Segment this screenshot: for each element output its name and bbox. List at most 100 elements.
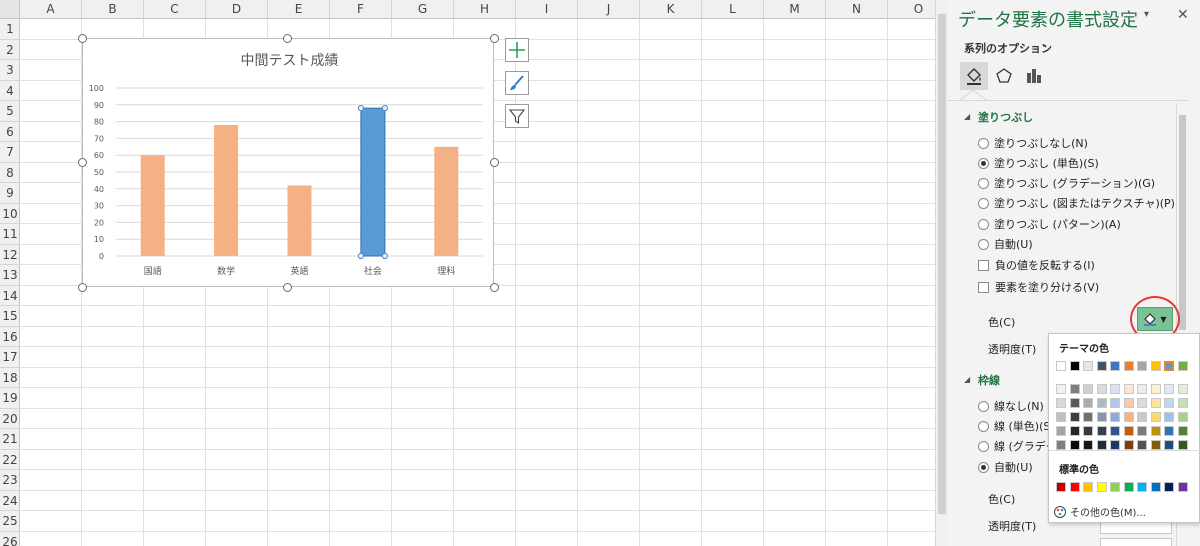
chart-resize-handle[interactable] (78, 158, 87, 167)
collapse-triangle-icon[interactable]: ◢ (964, 112, 970, 121)
tint-color-swatch[interactable] (1110, 412, 1120, 422)
radio-button[interactable] (978, 461, 989, 473)
standard-color-swatch[interactable] (1123, 482, 1134, 492)
chart-resize-handle[interactable] (490, 34, 499, 43)
row-header[interactable]: 17 (0, 347, 20, 368)
tint-color-swatch[interactable] (1083, 426, 1093, 436)
border-option[interactable]: 線なし(N) (978, 398, 1044, 414)
tint-color-swatch[interactable] (1164, 384, 1174, 394)
theme-color-swatch[interactable] (1096, 361, 1107, 371)
pane-options-chevron-icon[interactable]: ▾ (1144, 9, 1149, 20)
chart-resize-handle[interactable] (490, 283, 499, 292)
tint-color-swatch[interactable] (1164, 412, 1174, 422)
tint-color-swatch[interactable] (1056, 384, 1066, 394)
checkbox[interactable] (978, 259, 989, 271)
tint-color-swatch[interactable] (1137, 398, 1147, 408)
theme-color-swatch[interactable] (1083, 361, 1093, 371)
row-header[interactable]: 25 (0, 511, 20, 532)
row-header[interactable]: 21 (0, 429, 20, 450)
radio-button[interactable] (978, 238, 989, 250)
select-all-corner[interactable] (0, 0, 20, 19)
tab-series-options[interactable] (1020, 62, 1048, 90)
row-header[interactable]: 2 (0, 40, 20, 60)
column-header[interactable]: J (578, 0, 640, 19)
radio-button[interactable] (978, 177, 989, 189)
chart-resize-handle[interactable] (283, 34, 292, 43)
fill-option[interactable]: 塗りつぶし (パターン)(A) (978, 216, 1121, 232)
row-header[interactable]: 13 (0, 265, 20, 286)
tint-color-swatch[interactable] (1137, 412, 1147, 422)
theme-color-swatch[interactable] (1069, 361, 1080, 371)
tint-color-swatch[interactable] (1164, 440, 1174, 450)
scrollbar-thumb[interactable] (1179, 115, 1186, 330)
tint-color-swatch[interactable] (1096, 412, 1107, 422)
invert-negative-checkbox[interactable]: 負の値を反転する(I) (978, 257, 1095, 273)
tint-color-swatch[interactable] (1056, 426, 1066, 436)
radio-button[interactable] (978, 157, 989, 169)
bar-selected[interactable] (360, 107, 386, 257)
tint-color-swatch[interactable] (1069, 440, 1080, 450)
tint-color-swatch[interactable] (1083, 412, 1093, 422)
column-header[interactable]: H (454, 0, 516, 19)
row-header[interactable]: 22 (0, 450, 20, 470)
standard-color-swatch[interactable] (1164, 482, 1174, 492)
bar-chart[interactable]: 中間テスト成績 0 10 20 30 40 50 60 70 80 90 100 国語 数学 英語 社会 理科 (83, 39, 495, 288)
width-input[interactable] (1100, 538, 1172, 546)
tint-color-swatch[interactable] (1177, 440, 1188, 450)
tint-color-swatch[interactable] (1056, 412, 1066, 422)
theme-color-swatch[interactable] (1177, 361, 1188, 371)
column-header[interactable]: K (640, 0, 702, 19)
scrollbar-thumb[interactable] (938, 14, 946, 514)
tint-color-swatch[interactable] (1110, 426, 1120, 436)
chevron-down-icon[interactable]: ⌄ (1040, 39, 1048, 50)
row-header[interactable]: 20 (0, 409, 20, 429)
tint-color-swatch[interactable] (1069, 398, 1080, 408)
worksheet[interactable]: ABCDEFGHIJKLMNO 1 2 3 4 5 6 7 8 9 10 11 12 13 14 15 16 1… (0, 0, 935, 546)
column-header[interactable]: I (516, 0, 578, 19)
row-header[interactable]: 8 (0, 163, 20, 183)
column-header[interactable]: O (888, 0, 935, 19)
radio-button[interactable] (978, 197, 989, 209)
row-header[interactable]: 15 (0, 306, 20, 327)
row-header[interactable]: 3 (0, 60, 20, 81)
chart-area[interactable]: 中間テスト成績 0 10 20 30 40 50 60 70 80 90 100 国語 数学 英語 社会 理科 (82, 38, 494, 287)
border-section-header[interactable]: 枠線 (978, 372, 1000, 388)
fill-option[interactable]: 塗りつぶし (単色)(S) (978, 155, 1099, 171)
standard-color-swatch[interactable] (1177, 482, 1188, 492)
bar-selection-handle[interactable] (381, 252, 388, 260)
row-header[interactable]: 7 (0, 142, 20, 163)
column-header[interactable]: N (826, 0, 888, 19)
row-header[interactable]: 11 (0, 224, 20, 245)
checkbox[interactable] (978, 281, 989, 293)
tint-color-swatch[interactable] (1177, 398, 1188, 408)
tint-color-swatch[interactable] (1177, 384, 1188, 394)
tab-effects[interactable] (990, 62, 1018, 90)
tint-color-swatch[interactable] (1150, 384, 1161, 394)
radio-button[interactable] (978, 137, 989, 149)
tint-color-swatch[interactable] (1123, 412, 1134, 422)
tint-color-swatch[interactable] (1083, 398, 1093, 408)
tint-color-swatch[interactable] (1177, 412, 1188, 422)
collapse-triangle-icon[interactable]: ◢ (964, 375, 970, 384)
tint-color-swatch[interactable] (1150, 412, 1161, 422)
vary-colors-checkbox[interactable]: 要素を塗り分ける(V) (978, 279, 1099, 295)
tint-color-swatch[interactable] (1056, 440, 1066, 450)
theme-color-swatch[interactable] (1164, 361, 1174, 371)
bar[interactable] (214, 124, 239, 257)
tint-color-swatch[interactable] (1123, 440, 1134, 450)
theme-color-swatch[interactable] (1150, 361, 1161, 371)
row-header[interactable]: 10 (0, 204, 20, 224)
chart-resize-handle[interactable] (78, 283, 87, 292)
standard-color-swatch[interactable] (1110, 482, 1120, 492)
standard-color-swatch[interactable] (1137, 482, 1147, 492)
tint-color-swatch[interactable] (1096, 426, 1107, 436)
row-header[interactable]: 14 (0, 286, 20, 306)
row-header[interactable]: 16 (0, 327, 20, 347)
bar[interactable] (140, 155, 165, 256)
row-header[interactable]: 23 (0, 470, 20, 491)
row-header[interactable]: 18 (0, 368, 20, 388)
tint-color-swatch[interactable] (1069, 426, 1080, 436)
column-header[interactable]: M (764, 0, 826, 19)
tint-color-swatch[interactable] (1164, 398, 1174, 408)
column-header[interactable]: D (206, 0, 268, 19)
